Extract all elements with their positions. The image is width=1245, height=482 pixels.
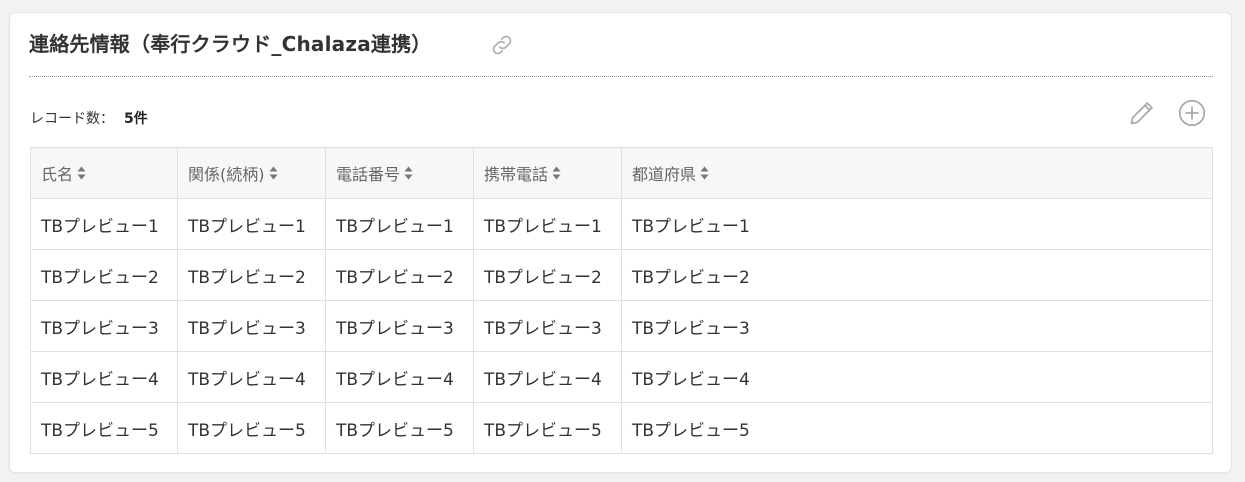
column-header-label: 電話番号: [336, 165, 401, 184]
table-cell: TBプレビュー2: [621, 249, 1213, 301]
table-cell: TBプレビュー5: [621, 402, 1213, 454]
sort-icon[interactable]: [77, 165, 86, 181]
sort-icon[interactable]: [404, 165, 413, 181]
column-header[interactable]: 氏名: [30, 147, 178, 199]
sort-icon[interactable]: [269, 165, 278, 181]
column-header-content: 電話番号: [336, 161, 413, 185]
column-header[interactable]: 関係(続柄): [177, 147, 326, 199]
column-header-content: 都道府県: [632, 161, 709, 185]
column-header-label: 氏名: [41, 165, 74, 184]
table-cell: TBプレビュー3: [473, 300, 622, 352]
table-cell: TBプレビュー4: [30, 351, 178, 403]
column-header-label: 都道府県: [632, 165, 697, 184]
record-count-value: 5件: [124, 111, 148, 127]
table-cell: TBプレビュー1: [473, 198, 622, 250]
column-header[interactable]: 携帯電話: [473, 147, 622, 199]
column-header-label: 携帯電話: [484, 165, 549, 184]
table-row[interactable]: TBプレビュー2 TBプレビュー2 TBプレビュー2 TBプレビュー2 TBプレビュー2: [30, 249, 1213, 301]
contact-table: 氏名 関係(続柄) 電話番号 携帯電話 都道府県 TBプレビュー1 TBプレビュー1 TBプ…: [30, 147, 1213, 454]
table-header-row: 氏名 関係(続柄) 電話番号 携帯電話 都道府県: [30, 147, 1213, 199]
sort-icon[interactable]: [700, 165, 709, 181]
contact-info-panel: 連絡先情報（奉行クラウド_Chalaza連携） レコード数： 5件 氏名 関係(…: [9, 12, 1232, 473]
table-cell: TBプレビュー4: [177, 351, 326, 403]
record-count-row: レコード数： 5件: [30, 110, 148, 128]
table-cell: TBプレビュー4: [325, 351, 474, 403]
table-cell: TBプレビュー4: [621, 351, 1213, 403]
table-cell: TBプレビュー3: [621, 300, 1213, 352]
plus-circle-icon[interactable]: [1178, 99, 1206, 127]
table-cell: TBプレビュー5: [473, 402, 622, 454]
table-cell: TBプレビュー3: [177, 300, 326, 352]
link-icon[interactable]: [489, 32, 515, 58]
column-header-content: 関係(続柄): [188, 161, 278, 185]
table-cell: TBプレビュー1: [325, 198, 474, 250]
table-cell: TBプレビュー2: [177, 249, 326, 301]
table-cell: TBプレビュー3: [30, 300, 178, 352]
panel-header: 連絡先情報（奉行クラウド_Chalaza連携）: [29, 29, 1213, 77]
table-row[interactable]: TBプレビュー1 TBプレビュー1 TBプレビュー1 TBプレビュー1 TBプレビュー1: [30, 198, 1213, 250]
column-header[interactable]: 都道府県: [621, 147, 1213, 199]
column-header-content: 携帯電話: [484, 161, 561, 185]
record-count-label: レコード数：: [30, 111, 114, 127]
table-cell: TBプレビュー2: [473, 249, 622, 301]
table-cell: TBプレビュー5: [177, 402, 326, 454]
table-cell: TBプレビュー2: [30, 249, 178, 301]
column-header[interactable]: 電話番号: [325, 147, 474, 199]
table-cell: TBプレビュー5: [325, 402, 474, 454]
pencil-icon[interactable]: [1128, 99, 1156, 127]
panel-title: 連絡先情報（奉行クラウド_Chalaza連携）: [29, 32, 432, 56]
table-row[interactable]: TBプレビュー3 TBプレビュー3 TBプレビュー3 TBプレビュー3 TBプレビュー3: [30, 300, 1213, 352]
column-header-content: 氏名: [41, 161, 86, 185]
table-cell: TBプレビュー3: [325, 300, 474, 352]
table-row[interactable]: TBプレビュー5 TBプレビュー5 TBプレビュー5 TBプレビュー5 TBプレビュー5: [30, 402, 1213, 454]
table-cell: TBプレビュー1: [177, 198, 326, 250]
table-cell: TBプレビュー4: [473, 351, 622, 403]
column-header-label: 関係(続柄): [188, 165, 265, 184]
table-cell: TBプレビュー1: [621, 198, 1213, 250]
table-cell: TBプレビュー2: [325, 249, 474, 301]
table-cell: TBプレビュー1: [30, 198, 178, 250]
table-row[interactable]: TBプレビュー4 TBプレビュー4 TBプレビュー4 TBプレビュー4 TBプレビュー4: [30, 351, 1213, 403]
table-cell: TBプレビュー5: [30, 402, 178, 454]
sort-icon[interactable]: [552, 165, 561, 181]
